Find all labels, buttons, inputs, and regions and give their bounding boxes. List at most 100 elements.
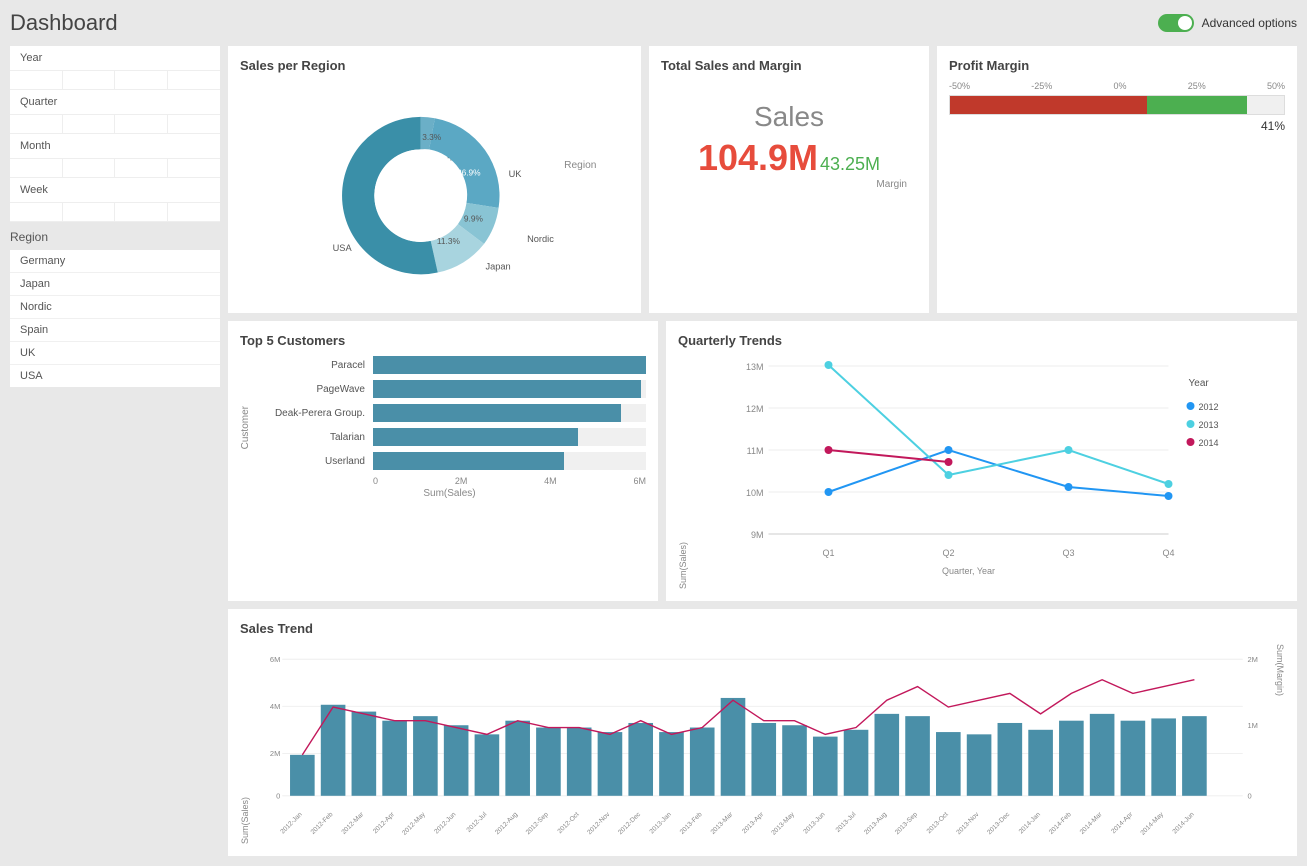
profit-margin-panel: Profit Margin -50% -25% 0% 25% 50% 41% (937, 46, 1297, 313)
pm-bar-negative (950, 96, 1147, 114)
bar-row: Talarian (253, 428, 646, 446)
bar-track (373, 380, 646, 398)
svg-text:Year: Year (1189, 378, 1210, 389)
trend-x-label: 2012-Mar (340, 811, 365, 836)
svg-text:1M: 1M (1247, 721, 1257, 730)
trend-bar (874, 714, 899, 796)
trend-x-label: 2012-Apr (372, 811, 397, 836)
svg-text:0: 0 (276, 792, 280, 801)
donut-chart-area: Region Spain UK Nordic Japan USA (240, 81, 629, 301)
region-item[interactable]: UK (10, 342, 220, 365)
svg-text:Q1: Q1 (822, 548, 834, 558)
x-tick-0: 0 (373, 476, 378, 486)
sales-trend-svg: 6M 4M 2M 0 2M 1M 0 2012-Jan2012-Feb2012-… (254, 644, 1271, 844)
total-sales-panel: Total Sales and Margin Sales 104.9M43.25… (649, 46, 929, 313)
quarterly-chart-area: 13M 12M 11M 10M 9M Q1 Q2 Q3 Q4 (692, 356, 1285, 589)
trend-x-label: 2013-Mar (710, 811, 735, 836)
bar-track (373, 428, 646, 446)
trend-bar (1028, 730, 1053, 796)
trend-x-label: 2013-Nov (955, 811, 981, 837)
trend-bar (444, 725, 469, 796)
trend-x-label: 2012-Jun (433, 811, 458, 836)
region-item[interactable]: Germany (10, 250, 220, 273)
customers-x-label: Sum(Sales) (253, 488, 646, 499)
total-sales-title: Total Sales and Margin (661, 58, 917, 73)
pm-scale-2: 0% (1113, 81, 1126, 91)
bar-fill (373, 452, 564, 470)
trend-x-label: 2013-Sep (894, 811, 919, 836)
svg-text:UK: UK (509, 169, 523, 179)
bar-fill (373, 428, 578, 446)
trend-bar (751, 723, 776, 796)
svg-text:11M: 11M (747, 446, 764, 456)
sidebar: Year Quarter Month (10, 46, 220, 856)
x-ticks: 0 2M 4M 6M (253, 476, 646, 486)
x-tick-1: 2M (455, 476, 468, 486)
page-title: Dashboard (10, 10, 118, 36)
sales-per-region-panel: Sales per Region Region Spain UK Nordic … (228, 46, 641, 313)
sales-center: Sales 104.9M43.25M Margin (661, 81, 917, 210)
trend-bar (998, 723, 1023, 796)
trend-x-label: 2013-Aug (863, 811, 888, 836)
quarterly-title: Quarterly Trends (678, 333, 1285, 348)
trend-x-label: 2013-Jun (802, 811, 827, 836)
svg-text:2012: 2012 (1199, 402, 1219, 412)
trend-x-label: 2012-Dec (617, 811, 643, 837)
trend-bar (905, 716, 930, 796)
bar-row: Paracel (253, 356, 646, 374)
svg-text:2M: 2M (270, 749, 280, 758)
sales-value-container: 104.9M43.25M (671, 137, 907, 179)
region-item[interactable]: Nordic (10, 296, 220, 319)
bar-label: Deak-Perera Group. (253, 408, 373, 419)
svg-text:2014: 2014 (1199, 438, 1219, 448)
trend-x-label: 2014-Feb (1048, 811, 1073, 836)
filter-quarter[interactable]: Quarter (10, 90, 220, 115)
trend-bar (598, 732, 623, 796)
trend-bar (936, 732, 961, 796)
trend-bar (505, 721, 530, 796)
advanced-options-container: Advanced options (1158, 14, 1297, 32)
trend-x-label: 2014-Mar (1079, 811, 1104, 836)
advanced-options-toggle[interactable] (1158, 14, 1194, 32)
sales-per-region-title: Sales per Region (240, 58, 629, 73)
trend-bar (782, 725, 807, 796)
svg-text:0: 0 (1247, 792, 1251, 801)
filter-month[interactable]: Month (10, 134, 220, 159)
pm-scale-1: -25% (1031, 81, 1052, 91)
pm-bar-positive (1147, 96, 1247, 114)
bar-row: Deak-Perera Group. (253, 404, 646, 422)
filter-year[interactable]: Year (10, 46, 220, 71)
svg-text:26.9%: 26.9% (457, 167, 481, 177)
bar-fill (373, 356, 646, 374)
bar-label: Paracel (253, 360, 373, 371)
advanced-options-label: Advanced options (1202, 16, 1297, 30)
bar-track (373, 356, 646, 374)
trend-x-label: 2012-Sep (525, 811, 550, 836)
svg-text:Nordic: Nordic (527, 234, 554, 244)
quarterly-2012-line (829, 450, 1169, 496)
pm-scale-3: 25% (1188, 81, 1206, 91)
svg-text:Region: Region (564, 160, 596, 171)
trend-bar (1059, 721, 1084, 796)
svg-text:45.5%: 45.5% (381, 197, 405, 207)
trend-bar (967, 734, 992, 795)
trend-x-label: 2013-Dec (986, 811, 1012, 837)
svg-text:12M: 12M (746, 404, 764, 414)
filter-week[interactable]: Week (10, 178, 220, 203)
region-item[interactable]: USA (10, 365, 220, 387)
region-item[interactable]: Japan (10, 273, 220, 296)
trend-x-label: 2014-Jun (1171, 811, 1196, 836)
trend-x-label: 2012-Aug (494, 811, 519, 836)
sales-trend-title: Sales Trend (240, 621, 1285, 636)
trend-x-label: 2012-Oct (557, 811, 581, 835)
quarterly-y-label: Sum(Sales) (678, 356, 688, 589)
trend-bar (844, 730, 869, 796)
sales-trend-panel: Sales Trend Sum(Sales) 6M 4M 2M 0 (228, 609, 1297, 856)
main-content: Sales per Region Region Spain UK Nordic … (228, 46, 1297, 856)
region-section: Region GermanyJapanNordicSpainUKUSA (10, 230, 220, 387)
pm-scale: -50% -25% 0% 25% 50% (949, 81, 1285, 91)
customers-y-label: Customer (240, 406, 251, 449)
bar-chart-inner: Paracel PageWave Deak-Perera Group. Tala… (253, 356, 646, 499)
trend-bar (1151, 718, 1176, 795)
region-item[interactable]: Spain (10, 319, 220, 342)
